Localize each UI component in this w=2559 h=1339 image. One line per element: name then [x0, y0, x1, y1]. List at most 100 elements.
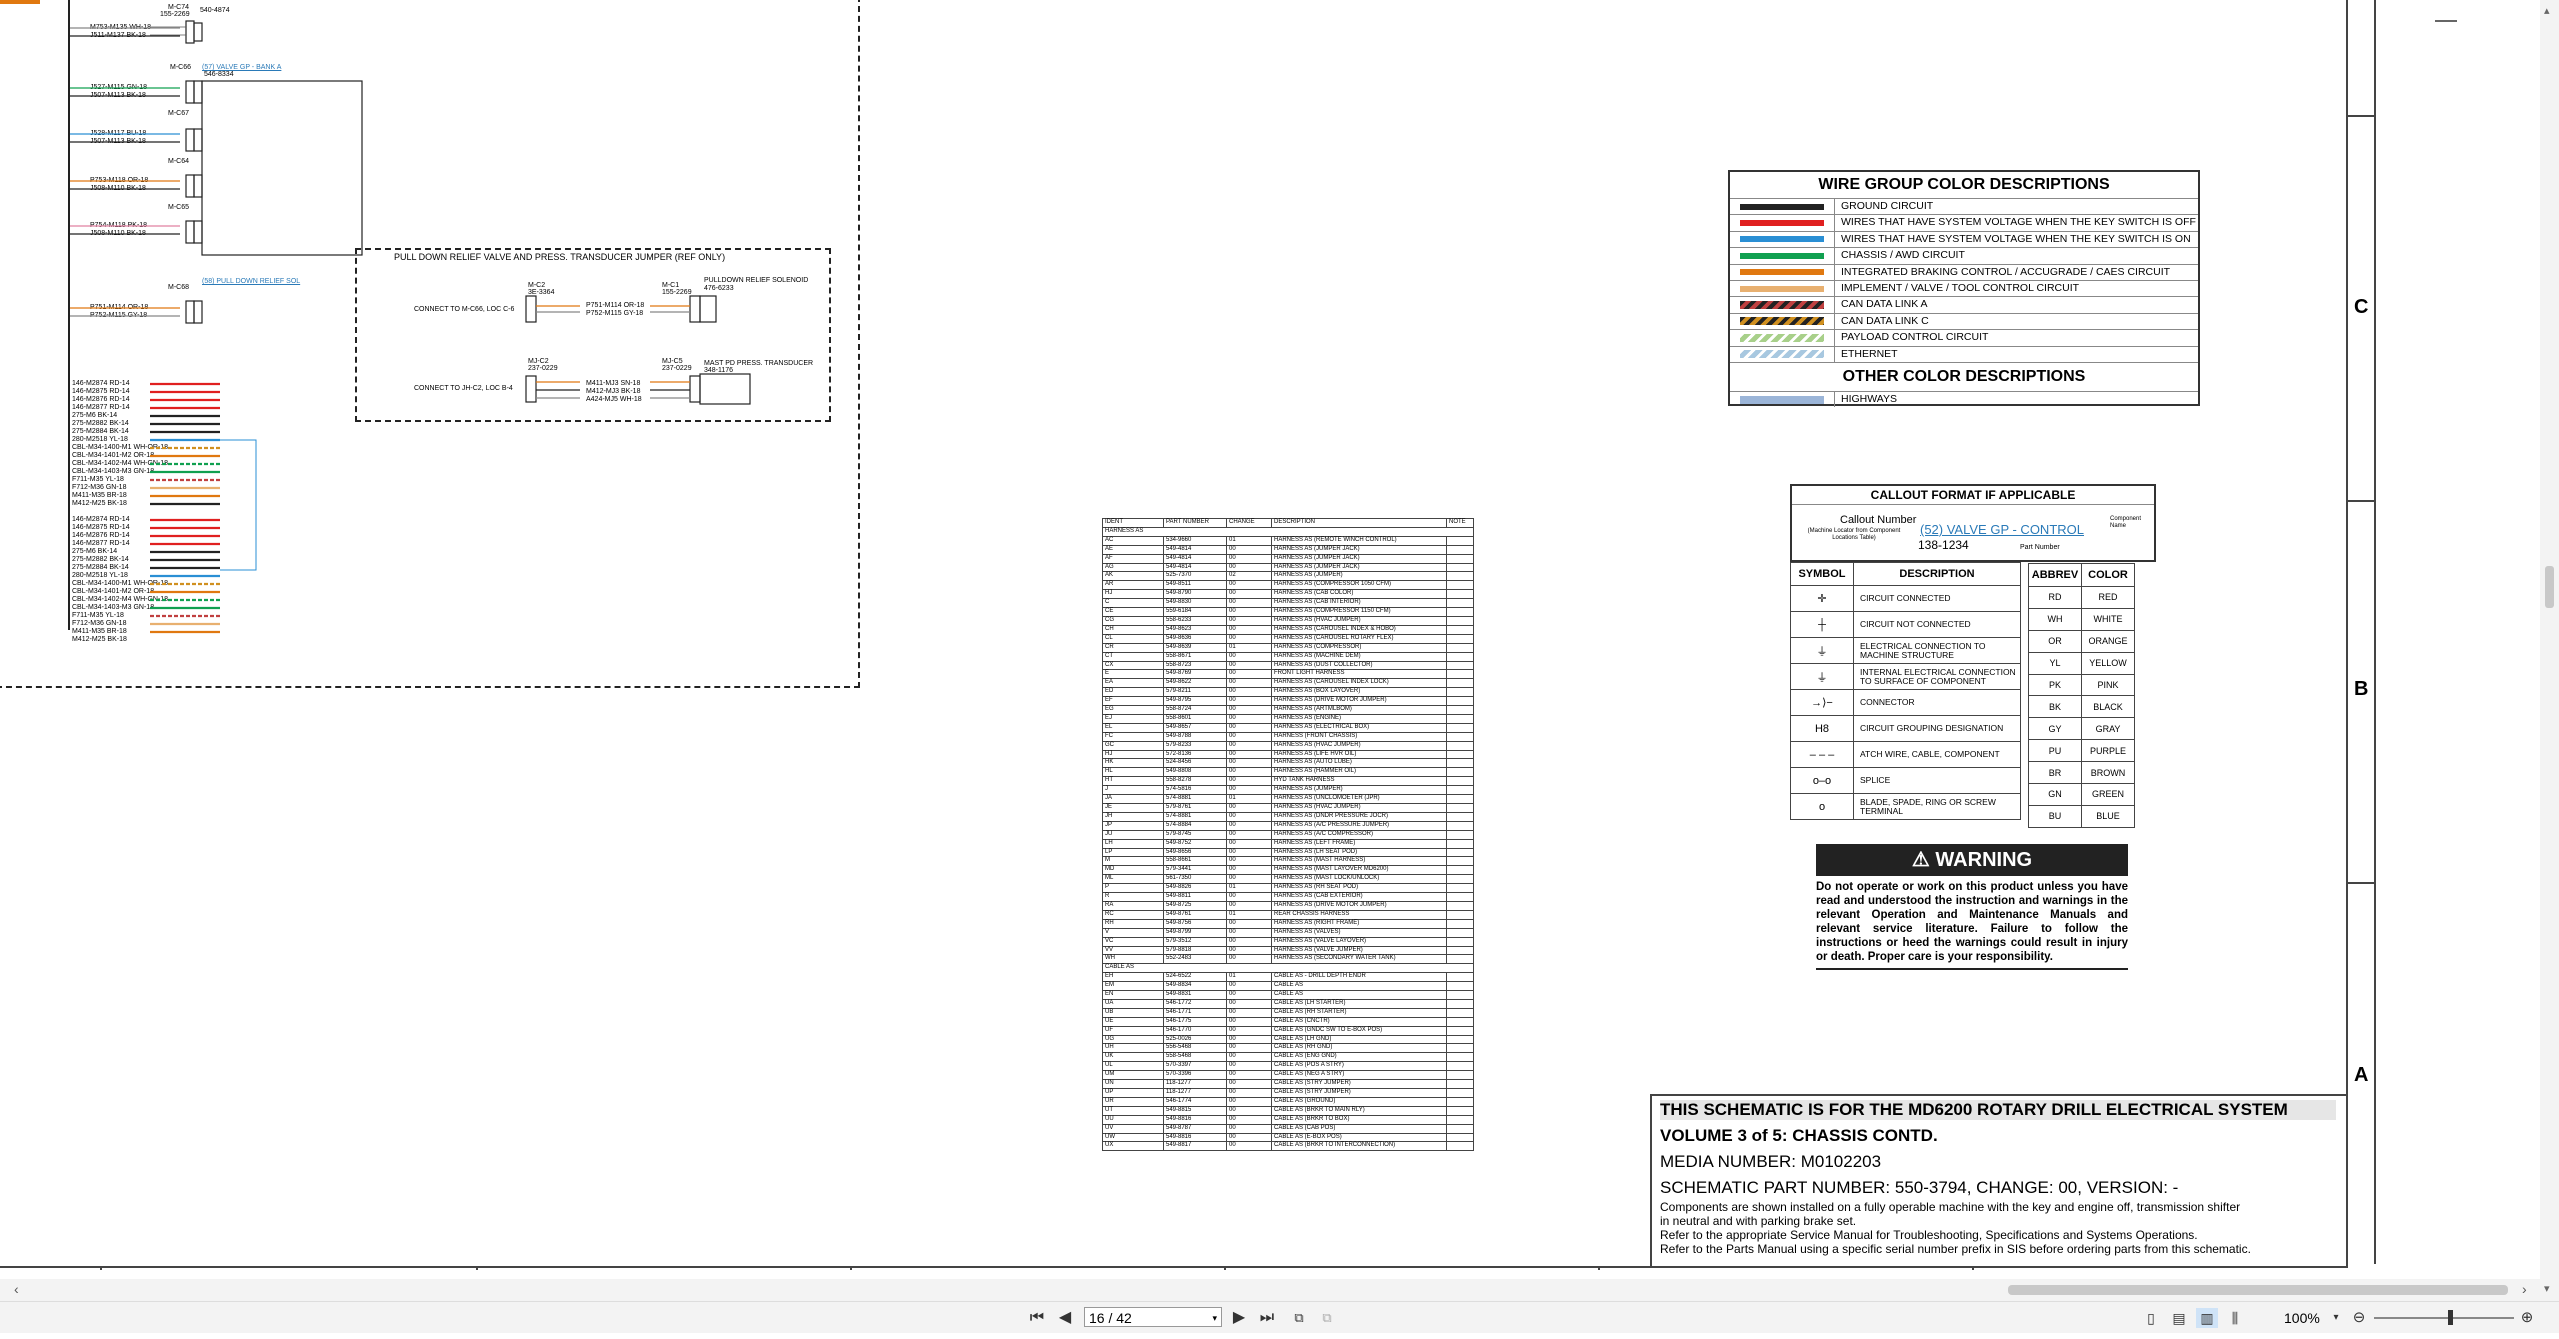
table-cell: 549-8808 — [1163, 767, 1227, 778]
table-cell: UM — [1102, 1070, 1164, 1081]
symbol-glyph: →⟩− — [1790, 689, 1854, 716]
table-row: FC 549-8788 00 HARNESS (FRONT CHASSIS) — [1102, 731, 1474, 742]
table-row: UM 570-3396 00 CABLE AS (NEG A STRY) — [1102, 1070, 1474, 1081]
table-cell — [1446, 1132, 1474, 1143]
callout-panel: CALLOUT FORMAT IF APPLICABLE Callout Num… — [1790, 484, 2156, 562]
vertical-scroll-thumb[interactable] — [2545, 566, 2554, 608]
table-row: HT 558-8278 00 HYD TANK HARNESS — [1102, 776, 1474, 787]
first-page-icon[interactable]: ⏮ — [1026, 1308, 1048, 1328]
table-cell: 579-8761 — [1163, 803, 1227, 813]
table-cell: 00 — [1226, 767, 1272, 778]
facing-view-icon[interactable]: ⫼ — [2224, 1308, 2246, 1328]
single-page-view-icon[interactable]: ▯ — [2140, 1308, 2162, 1328]
table-cell — [1446, 1105, 1474, 1116]
table-cell: 00 — [1226, 1088, 1272, 1098]
table-cell: 546-1772 — [1163, 998, 1227, 1009]
table-cell: EJ — [1102, 713, 1164, 724]
copy-icon[interactable]: ⧉ — [1316, 1308, 1338, 1328]
table-row: AF 549-4814 00 HARNESS AS (JUMPER JACK) — [1102, 553, 1474, 564]
scroll-down-icon[interactable]: ▾ — [2544, 1282, 2550, 1295]
table-row: AC 534-9660 01 HARNESS AS (REMOTE WINCH CON… — [1102, 535, 1474, 546]
table-cell: HYD TANK HARNESS — [1271, 776, 1447, 787]
wire-color-swatch — [1740, 350, 1824, 359]
zoom-dropdown-icon[interactable]: ▾ — [2330, 1308, 2342, 1328]
table-cell: 549-8787 — [1163, 1123, 1227, 1134]
table-cell: 579-8745 — [1163, 829, 1227, 840]
page-link-icon[interactable]: ⧉ — [1288, 1308, 1310, 1328]
table-row: UP 118-1277 00 CABLE AS (STRY JUMPER) — [1102, 1088, 1474, 1098]
table-cell: 549-8790 — [1163, 589, 1227, 600]
table-cell: 00 — [1226, 847, 1272, 858]
table-cell: CABLE AS (E-BOX POS) — [1271, 1132, 1447, 1143]
two-page-view-icon[interactable]: ▥ — [2196, 1308, 2218, 1328]
zoom-slider-thumb[interactable] — [2448, 1310, 2453, 1325]
continuous-view-icon[interactable]: ▤ — [2168, 1308, 2190, 1328]
table-cell — [1446, 883, 1474, 894]
horizontal-scrollbar[interactable]: ‹ › — [0, 1279, 2540, 1301]
wire-bundle-strokes — [150, 382, 257, 634]
table-cell: HARNESS AS (COMPRESSOR 1150 CFM) — [1271, 607, 1447, 617]
table-cell: 579-3441 — [1163, 865, 1227, 876]
abbrev-color: GREEN — [2081, 783, 2135, 806]
table-cell — [1446, 972, 1474, 983]
wire-group-row: PAYLOAD CONTROL CIRCUIT — [1730, 329, 2198, 346]
page-number-field[interactable]: 16 / 42 ▾ — [1084, 1307, 1222, 1327]
table-cell: HARNESS AS (LIFE HVR OIL) — [1271, 749, 1447, 760]
title-line-1: THIS SCHEMATIC IS FOR THE MD6200 ROTARY … — [1660, 1100, 2336, 1120]
wire-group-label: CAN DATA LINK C — [1834, 313, 1929, 330]
table-cell: 546-1771 — [1163, 1007, 1227, 1018]
table-cell — [1446, 589, 1474, 600]
symbol-table: SYMBOL DESCRIPTION ✛ CIRCUIT CONNECTED ┼ CI… — [1790, 562, 2021, 820]
table-cell — [1446, 829, 1474, 840]
table-cell: 549-4814 — [1163, 562, 1227, 573]
description-header: DESCRIPTION — [1853, 562, 2021, 586]
table-cell: 00 — [1226, 1123, 1272, 1134]
parts-table: IDENT PART NUMBER CHANGE DESCRIPTION NOT… — [1102, 518, 1474, 1152]
table-cell: CABLE AS (CNCTR) — [1271, 1016, 1447, 1027]
table-cell: ML — [1102, 874, 1164, 885]
table-cell: HARNESS AS (DUST COLLECTOR) — [1271, 660, 1447, 671]
zoom-slider-track[interactable] — [2374, 1317, 2514, 1319]
abbrev-row: GN GREEN — [2028, 783, 2135, 806]
table-cell: 00 — [1226, 651, 1272, 662]
table-cell: CABLE AS (BRKR TO MAIN RLY) — [1271, 1105, 1447, 1116]
table-cell: HARNESS AS (LH SEAT POD) — [1271, 847, 1447, 858]
table-cell — [1446, 553, 1474, 564]
callout-link[interactable]: (52) VALVE GP - CONTROL — [1920, 522, 2084, 537]
table-cell: ED — [1102, 687, 1164, 698]
last-page-icon[interactable]: ⏭ — [1256, 1308, 1278, 1328]
table-cell: HARNESS AS (COMPRESSOR 1050 CFM) — [1271, 580, 1447, 591]
zoom-level[interactable]: 100% — [2284, 1310, 2320, 1326]
vertical-scrollbar[interactable]: ▴ ▾ — [2540, 0, 2559, 1301]
wire-group-row: CAN DATA LINK C — [1730, 312, 2198, 330]
table-cell: HARNESS AS (REMOTE WINCH CONTROL) — [1271, 535, 1447, 546]
abbrev-row: PU PURPLE — [2028, 739, 2135, 763]
table-row: CH 549-8623 00 HARNESS AS (CAROUSEL INDEX &… — [1102, 624, 1474, 635]
pulldown-title: PULL DOWN RELIEF VALVE AND PRESS. TRANSD… — [394, 252, 726, 262]
table-cell: CX — [1102, 660, 1164, 671]
table-cell: 00 — [1226, 1007, 1272, 1018]
table-cell: HARNESS AS (HVAC JUMPER) — [1271, 615, 1447, 626]
table-cell: LH — [1102, 838, 1164, 849]
table-cell: 00 — [1226, 1096, 1272, 1107]
scroll-up-icon[interactable]: ▴ — [2544, 4, 2550, 17]
group-label: CABLE AS — [1102, 963, 1474, 974]
table-cell: 558-6233 — [1163, 615, 1227, 626]
symbol-glyph: H8 — [1790, 715, 1854, 742]
scroll-left-icon[interactable]: ‹ — [14, 1281, 19, 1297]
table-cell — [1446, 1034, 1474, 1045]
zoom-in-icon[interactable]: ⊕ — [2516, 1308, 2538, 1328]
horizontal-scroll-thumb[interactable] — [2008, 1285, 2508, 1295]
abbrev-row: OR ORANGE — [2028, 629, 2135, 653]
scroll-right-icon[interactable]: › — [2522, 1281, 2527, 1297]
table-row: GC 579-8233 00 HARNESS AS (HVAC JUMPER) — [1102, 740, 1474, 751]
table-row: M 558-8661 00 HARNESS AS (MAST HARNESS) — [1102, 856, 1474, 867]
table-cell: HARNESS AS (CAB EXTERIOR) — [1271, 892, 1447, 902]
next-page-icon[interactable]: ▶ — [1228, 1308, 1250, 1328]
table-cell: 570-3396 — [1163, 1070, 1227, 1081]
symbol-row: ┼ CIRCUIT NOT CONNECTED — [1790, 611, 2021, 638]
previous-page-icon[interactable]: ◀ — [1054, 1308, 1076, 1328]
zoom-out-icon[interactable]: ⊖ — [2348, 1308, 2370, 1328]
page-dropdown-icon[interactable]: ▾ — [1212, 1308, 1217, 1328]
table-cell: EF — [1102, 696, 1164, 707]
